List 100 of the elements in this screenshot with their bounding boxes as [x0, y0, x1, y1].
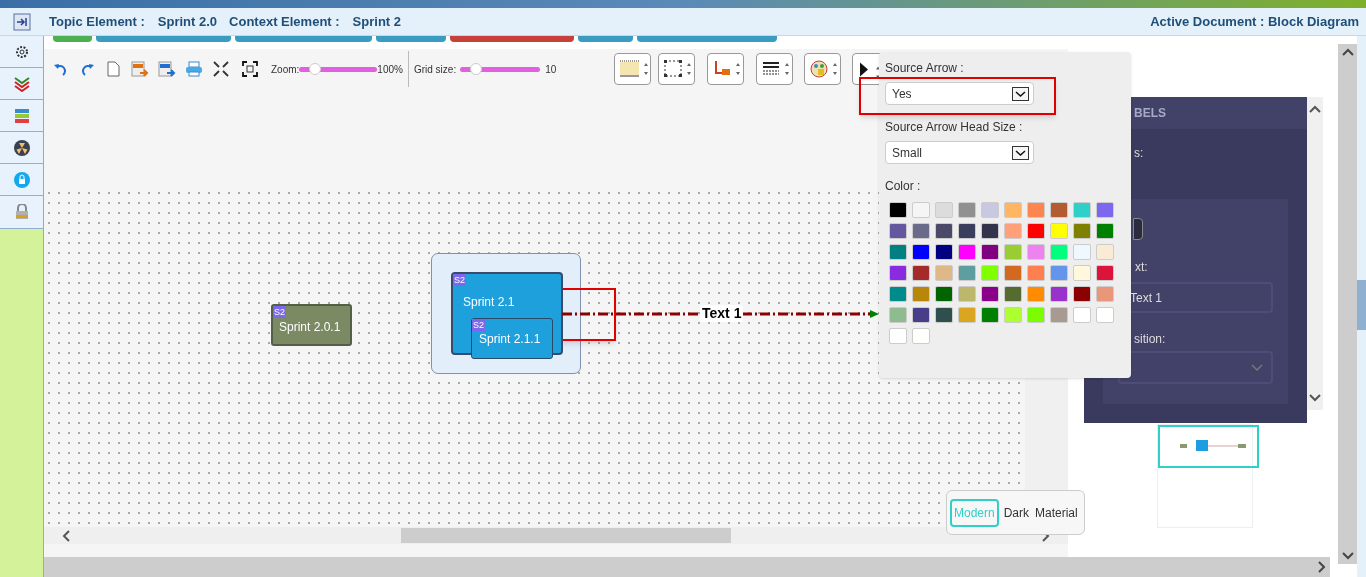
color-swatch[interactable]: [912, 202, 930, 218]
head-size-select[interactable]: Small: [885, 141, 1034, 164]
scroll-up-icon[interactable]: [1341, 48, 1354, 56]
color-swatch[interactable]: [1027, 265, 1045, 281]
color-swatch[interactable]: [889, 328, 907, 344]
color-swatch[interactable]: [981, 286, 999, 302]
color-swatch[interactable]: [1073, 223, 1091, 239]
color-swatch[interactable]: [935, 265, 953, 281]
color-swatch[interactable]: [1096, 244, 1114, 260]
connector-dropdown[interactable]: [707, 53, 745, 85]
color-swatch[interactable]: [958, 223, 976, 239]
color-swatch[interactable]: [889, 265, 907, 281]
horizontal-scrollbar[interactable]: [44, 527, 1068, 544]
grid-size-slider[interactable]: [460, 66, 541, 72]
color-swatch[interactable]: [889, 244, 907, 260]
color-swatch[interactable]: [1073, 244, 1091, 260]
theme-tab[interactable]: Dark: [1002, 498, 1031, 527]
scroll-up-icon[interactable]: [1309, 105, 1321, 113]
palette-icon: [807, 59, 838, 79]
color-swatch[interactable]: [1096, 286, 1114, 302]
minimap-diagram-drawing: [1180, 440, 1246, 452]
color-swatch[interactable]: [912, 328, 930, 344]
color-swatch[interactable]: [935, 307, 953, 323]
color-swatch[interactable]: [1073, 265, 1091, 281]
settings-icon[interactable]: [0, 36, 43, 68]
color-swatch[interactable]: [889, 286, 907, 302]
color-swatch[interactable]: [1027, 202, 1045, 218]
diagram-node[interactable]: S2 Sprint 2.0.1: [271, 304, 352, 346]
color-swatch[interactable]: [981, 244, 999, 260]
color-swatch[interactable]: [958, 202, 976, 218]
radiation-icon[interactable]: [0, 132, 43, 164]
diagram-node[interactable]: S2 Sprint 2.1.1: [471, 318, 553, 359]
button-edge[interactable]: [53, 36, 92, 42]
color-swatch[interactable]: [958, 244, 976, 260]
bottom-scrollbar[interactable]: [44, 557, 1330, 577]
color-swatch[interactable]: [1027, 244, 1045, 260]
color-swatch[interactable]: [1096, 223, 1114, 239]
color-swatch[interactable]: [1004, 244, 1022, 260]
panel-button[interactable]: [1133, 218, 1143, 240]
selection-dropdown[interactable]: [658, 53, 696, 85]
color-swatch[interactable]: [1027, 307, 1045, 323]
color-swatch[interactable]: [1004, 286, 1022, 302]
color-swatch[interactable]: [1096, 265, 1114, 281]
color-swatch[interactable]: [935, 244, 953, 260]
color-swatch[interactable]: [935, 286, 953, 302]
scroll-left-icon[interactable]: [62, 529, 70, 542]
line-style-dropdown[interactable]: [756, 53, 794, 85]
scroll-right-icon[interactable]: [1318, 561, 1326, 573]
connector-arrow[interactable]: [562, 310, 879, 318]
color-swatch[interactable]: [1073, 307, 1091, 323]
line-spacing-dropdown[interactable]: [614, 53, 652, 85]
color-swatch[interactable]: [1050, 244, 1068, 260]
color-swatch[interactable]: [1050, 307, 1068, 323]
slider-thumb[interactable]: [470, 62, 483, 75]
color-swatch[interactable]: [958, 265, 976, 281]
color-swatch[interactable]: [912, 223, 930, 239]
color-swatch[interactable]: [1004, 265, 1022, 281]
color-swatch[interactable]: [1004, 307, 1022, 323]
color-swatch[interactable]: [958, 307, 976, 323]
color-swatch[interactable]: [1096, 202, 1114, 218]
color-swatch[interactable]: [912, 265, 930, 281]
color-swatch[interactable]: [981, 307, 999, 323]
color-swatch[interactable]: [889, 202, 907, 218]
padlock-icon[interactable]: [0, 196, 43, 229]
color-swatch[interactable]: [1050, 202, 1068, 218]
color-swatch[interactable]: [935, 223, 953, 239]
scrollbar-thumb[interactable]: [1357, 280, 1366, 330]
layers-icon[interactable]: [0, 100, 43, 132]
scroll-down-icon[interactable]: [1341, 552, 1354, 560]
color-swatch[interactable]: [1050, 286, 1068, 302]
color-swatch[interactable]: [1073, 202, 1091, 218]
panel-scrollbar[interactable]: [1307, 97, 1323, 410]
slider-thumb[interactable]: [308, 62, 321, 75]
color-swatch[interactable]: [1004, 223, 1022, 239]
source-arrow-select[interactable]: Yes: [885, 82, 1034, 105]
color-swatch[interactable]: [1027, 286, 1045, 302]
color-swatch[interactable]: [912, 286, 930, 302]
color-swatch[interactable]: [981, 265, 999, 281]
color-swatch[interactable]: [1050, 265, 1068, 281]
scrollbar-thumb[interactable]: [401, 528, 731, 543]
color-swatch[interactable]: [935, 202, 953, 218]
color-swatch[interactable]: [1004, 202, 1022, 218]
scroll-down-icon[interactable]: [1309, 394, 1321, 402]
color-swatch[interactable]: [1096, 307, 1114, 323]
connector-label[interactable]: Text 1: [700, 305, 744, 322]
color-swatch[interactable]: [889, 223, 907, 239]
color-swatch[interactable]: [889, 307, 907, 323]
color-swatch[interactable]: [981, 223, 999, 239]
color-swatch[interactable]: [981, 202, 999, 218]
color-swatch[interactable]: [958, 286, 976, 302]
color-swatch[interactable]: [1050, 223, 1068, 239]
chevrons-down-icon[interactable]: [0, 68, 43, 100]
palette-dropdown[interactable]: [804, 53, 842, 85]
color-swatch[interactable]: [912, 244, 930, 260]
theme-tab[interactable]: Material: [1034, 498, 1079, 527]
zoom-slider[interactable]: [299, 66, 378, 72]
color-swatch[interactable]: [1073, 286, 1091, 302]
color-swatch[interactable]: [912, 307, 930, 323]
color-swatch[interactable]: [1027, 223, 1045, 239]
vertical-scrollbar[interactable]: [1338, 44, 1357, 564]
